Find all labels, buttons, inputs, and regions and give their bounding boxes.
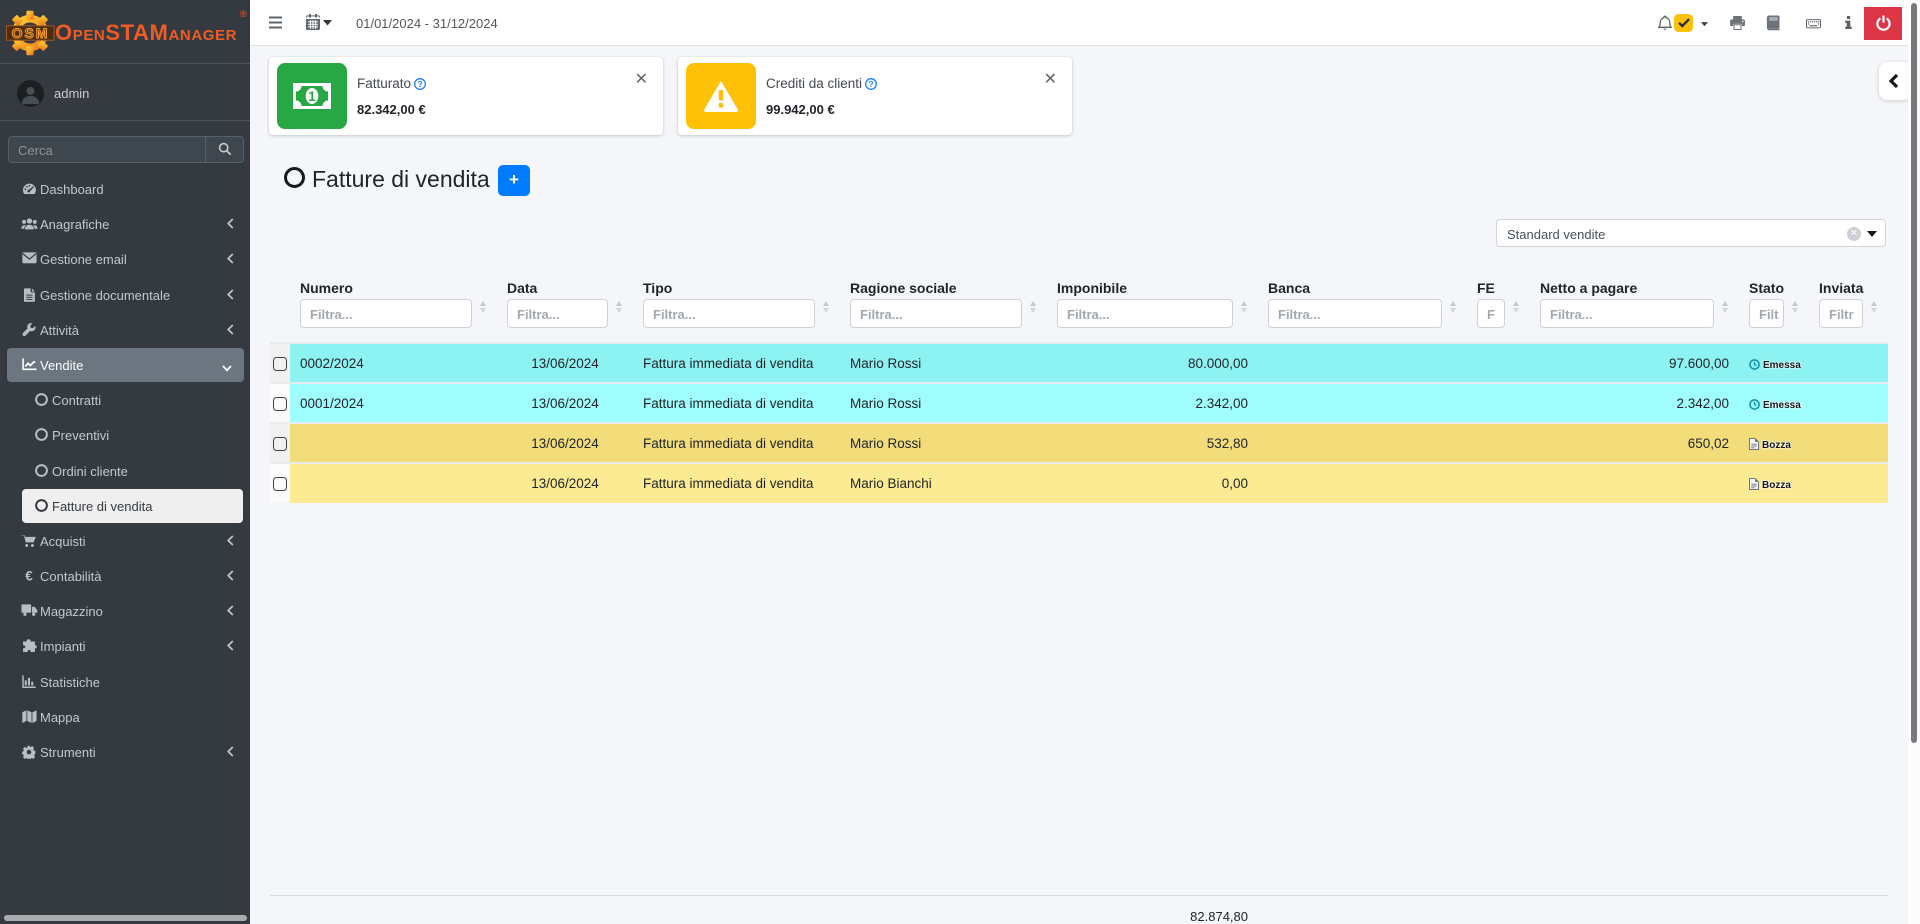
svg-text:OpenSTAManager: OpenSTAManager bbox=[55, 20, 237, 45]
svg-text:1: 1 bbox=[308, 89, 316, 104]
svg-text:®: ® bbox=[240, 9, 247, 19]
svg-text:?: ? bbox=[417, 79, 422, 89]
svg-text:?: ? bbox=[868, 79, 873, 89]
svg-text:OSM: OSM bbox=[12, 25, 50, 41]
